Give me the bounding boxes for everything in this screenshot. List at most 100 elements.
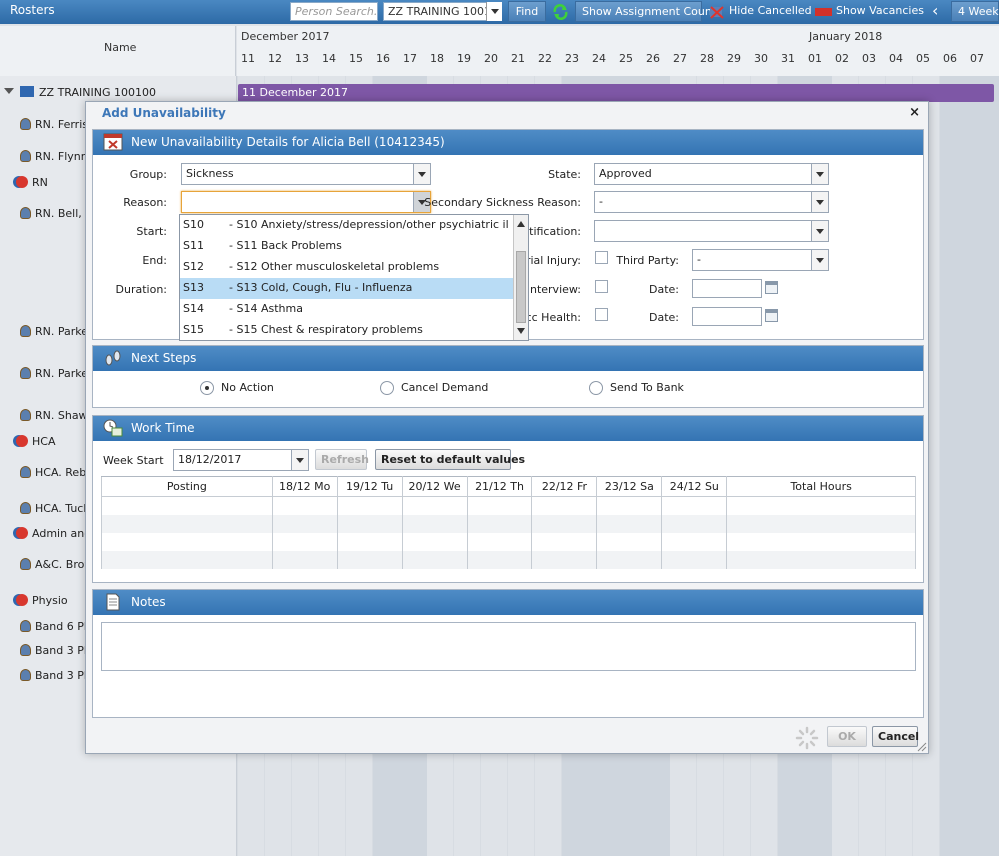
reason-option[interactable]: S12 - S12 Other musculoskeletal problems <box>180 257 515 278</box>
column-header[interactable]: Posting <box>101 476 273 497</box>
column-header[interactable]: 20/12 We <box>401 476 468 497</box>
column-header[interactable]: 22/12 Fr <box>531 476 598 497</box>
cancel-button[interactable]: Cancel <box>872 726 919 747</box>
industrial-injury-checkbox[interactable] <box>595 251 608 264</box>
roster-row-label: Band 3 Ph <box>35 644 91 657</box>
roster-row[interactable]: Admin and <box>16 527 91 547</box>
roster-row[interactable]: HCA. Rebe <box>20 466 93 486</box>
previous-period-icon[interactable]: ‹ <box>932 1 938 20</box>
table-row[interactable] <box>101 514 916 533</box>
roster-row[interactable]: Band 3 Ph <box>20 644 91 664</box>
roster-row[interactable]: RN. Bell, A <box>20 207 93 227</box>
reason-select[interactable] <box>181 191 431 213</box>
chevron-down-icon[interactable] <box>413 164 430 184</box>
refresh-icon[interactable] <box>552 4 569 20</box>
certification-select[interactable] <box>594 220 829 242</box>
chevron-down-icon[interactable] <box>811 192 828 212</box>
chevron-down-icon[interactable] <box>811 221 828 241</box>
cancel-demand-label[interactable]: Cancel Demand <box>401 381 488 394</box>
table-row[interactable] <box>101 496 916 515</box>
person-search-input[interactable]: Person Search... <box>290 2 378 21</box>
roster-row[interactable]: Physio <box>16 594 68 614</box>
collapse-icon[interactable] <box>4 88 14 99</box>
roster-row-label: Admin and <box>32 527 92 540</box>
details-header: New Unavailability Details for Alicia Be… <box>93 130 923 155</box>
occ-health-date-input[interactable] <box>692 307 762 326</box>
scroll-up-icon[interactable] <box>517 217 525 227</box>
unit-select-arrow[interactable] <box>486 2 502 21</box>
roster-row[interactable]: RN. Shaw, <box>20 409 91 429</box>
state-select[interactable]: Approved <box>594 163 829 185</box>
reason-dropdown-list[interactable]: S10 - S10 Anxiety/stress/depression/other… <box>179 214 529 341</box>
table-row[interactable] <box>101 532 916 551</box>
roster-row[interactable]: RN. Parker <box>20 367 93 387</box>
details-heading: New Unavailability Details for Alicia Be… <box>131 135 445 149</box>
day-header: 25 <box>619 52 633 65</box>
close-icon[interactable]: × <box>909 105 920 120</box>
day-header: 06 <box>943 52 957 65</box>
roster-row[interactable]: A&C. Brow <box>20 558 93 578</box>
role-icon <box>16 435 28 447</box>
reason-option[interactable]: S10 - S10 Anxiety/stress/depression/other… <box>180 215 515 236</box>
scroll-thumb[interactable] <box>516 251 526 323</box>
show-vacancies-toggle[interactable]: Show Vacancies <box>836 4 924 17</box>
roster-row[interactable]: RN. Ferris <box>20 118 88 138</box>
ok-button[interactable]: OK <box>827 726 867 747</box>
chevron-down-icon[interactable] <box>811 164 828 184</box>
reason-option[interactable]: S15 - S15 Chest & respiratory problems <box>180 320 515 341</box>
calendar-icon[interactable] <box>765 281 778 294</box>
column-header[interactable]: Total Hours <box>726 476 916 497</box>
chevron-down-icon[interactable] <box>291 450 308 470</box>
scroll-down-icon[interactable] <box>517 328 525 338</box>
roster-group-header[interactable]: ZZ TRAINING 100100 <box>4 86 156 99</box>
third-party-select[interactable]: - <box>692 249 829 271</box>
column-header[interactable]: 19/12 Tu <box>336 476 403 497</box>
cancel-demand-radio[interactable] <box>380 381 394 395</box>
no-action-label[interactable]: No Action <box>221 381 274 394</box>
roster-row[interactable]: Band 3 Ph <box>20 669 91 689</box>
find-button[interactable]: Find <box>508 1 546 22</box>
table-row[interactable] <box>101 550 916 569</box>
roster-event-bar[interactable]: 11 December 2017 <box>238 84 994 102</box>
roster-row[interactable]: RN. Parker <box>20 325 93 345</box>
send-to-bank-radio[interactable] <box>589 381 603 395</box>
day-header: 05 <box>916 52 930 65</box>
roster-row[interactable]: RN. Flynn, <box>20 150 91 170</box>
roster-row[interactable]: Band 6 Ph <box>20 620 91 640</box>
roster-row[interactable]: HCA. Tuck <box>20 502 90 522</box>
reason-option[interactable]: S14 - S14 Asthma <box>180 299 515 320</box>
show-assignment-count-button[interactable]: Show Assignment Count <box>575 1 716 22</box>
refresh-button[interactable]: Refresh <box>315 449 369 470</box>
column-header[interactable]: 23/12 Sa <box>596 476 663 497</box>
reset-defaults-button[interactable]: Reset to default values <box>375 449 525 470</box>
column-header[interactable]: 21/12 Th <box>466 476 533 497</box>
notes-textarea[interactable] <box>101 622 916 671</box>
interview-date-input[interactable] <box>692 279 762 298</box>
day-header: 27 <box>673 52 687 65</box>
dropdown-scrollbar[interactable] <box>513 215 528 340</box>
week-start-select[interactable]: 18/12/2017 <box>173 449 309 471</box>
roster-row[interactable]: HCA <box>16 435 55 455</box>
person-icon <box>20 466 31 478</box>
notes-header: Notes <box>93 590 923 615</box>
period-select[interactable]: 4 Weeks <box>951 1 999 22</box>
person-icon <box>20 409 31 421</box>
group-select[interactable]: Sickness <box>181 163 431 185</box>
day-header: 20 <box>484 52 498 65</box>
column-header[interactable]: 24/12 Su <box>661 476 728 497</box>
work-time-heading: Work Time <box>131 421 195 435</box>
resize-handle-icon[interactable] <box>917 742 927 752</box>
roster-row[interactable]: RN <box>16 176 48 196</box>
chevron-down-icon[interactable] <box>811 250 828 270</box>
calendar-icon[interactable] <box>765 309 778 322</box>
no-action-radio[interactable] <box>200 381 214 395</box>
occ-health-checkbox[interactable] <box>595 308 608 321</box>
reason-option[interactable]: S11 - S11 Back Problems <box>180 236 515 257</box>
secondary-sickness-select[interactable]: - <box>594 191 829 213</box>
send-to-bank-label[interactable]: Send To Bank <box>610 381 684 394</box>
reason-option[interactable]: S13 - S13 Cold, Cough, Flu - Influenza <box>180 278 515 299</box>
column-header[interactable]: 18/12 Mo <box>271 476 338 497</box>
unit-select[interactable]: ZZ TRAINING 10010 <box>383 2 487 21</box>
interview-checkbox[interactable] <box>595 280 608 293</box>
hide-cancelled-toggle[interactable]: Hide Cancelled <box>729 4 812 17</box>
